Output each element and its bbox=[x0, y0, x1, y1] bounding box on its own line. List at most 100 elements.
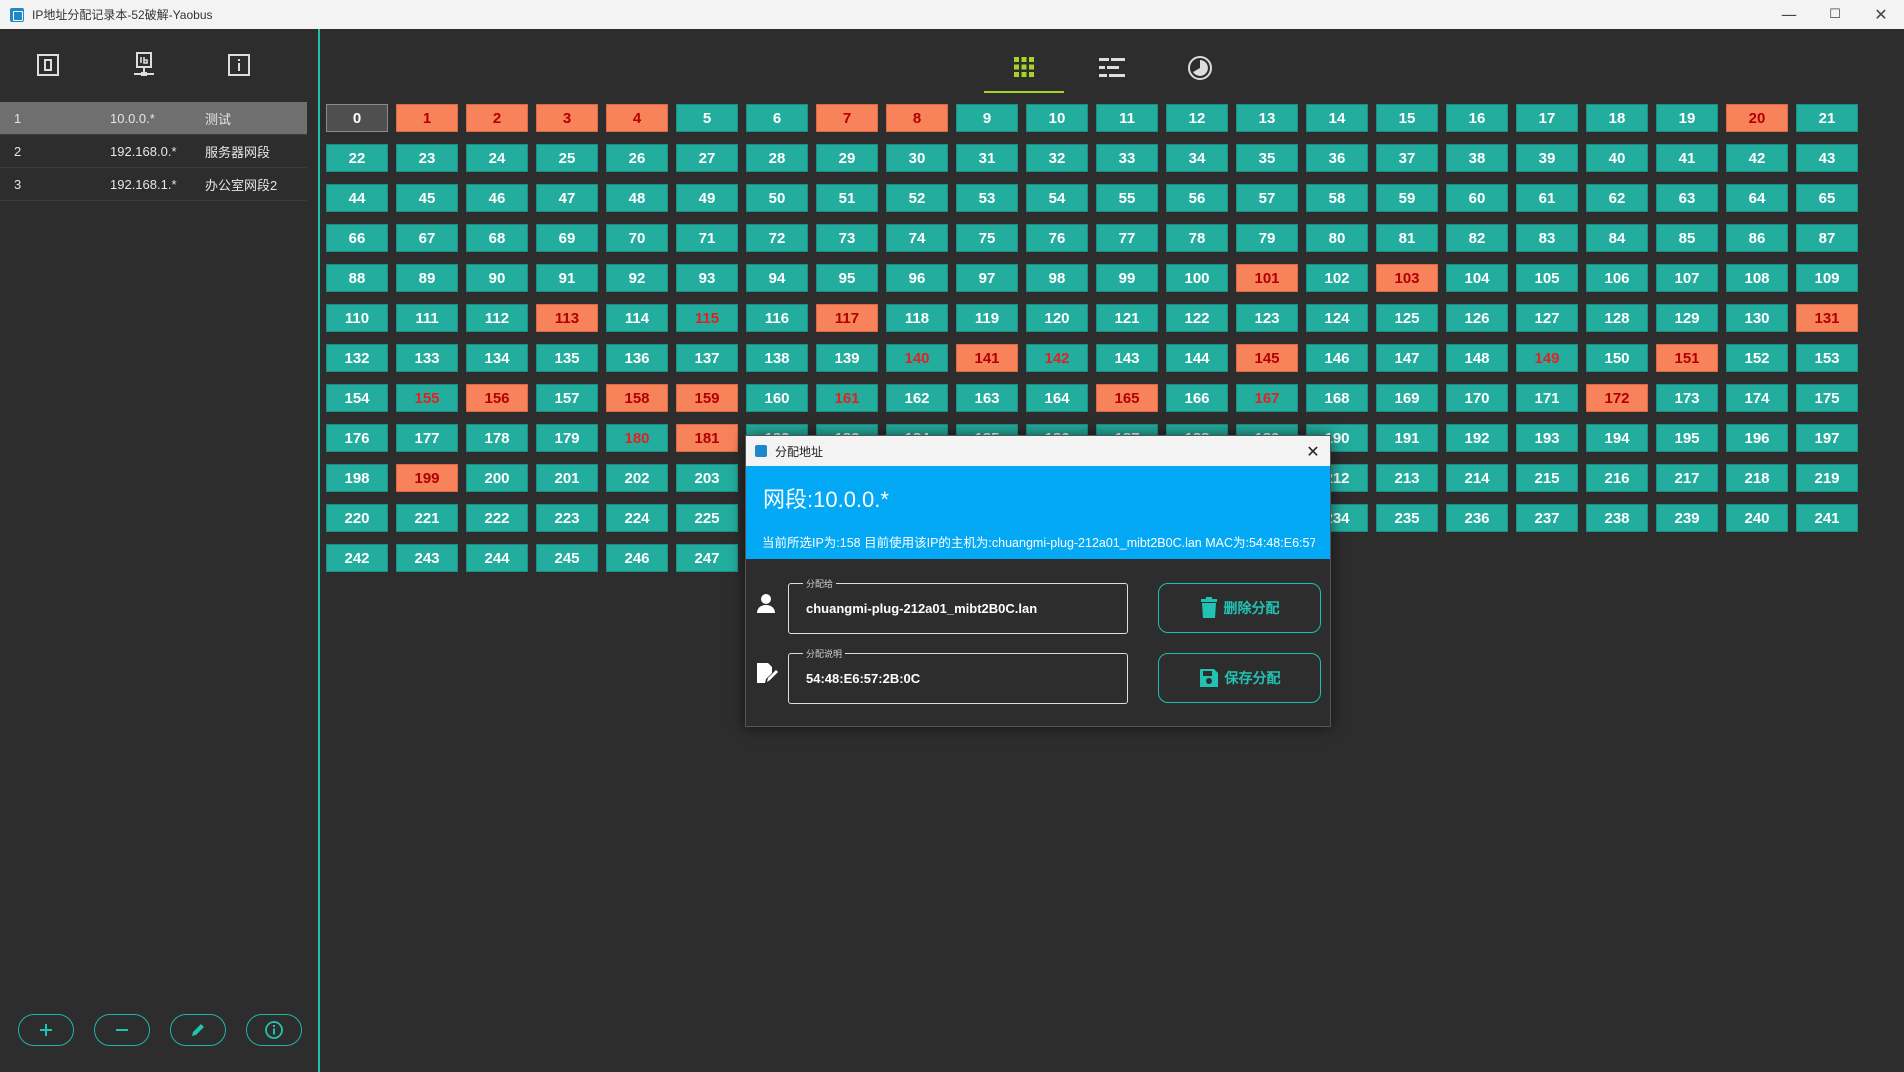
ip-cell-217[interactable]: 217 bbox=[1656, 464, 1718, 492]
ip-cell-67[interactable]: 67 bbox=[396, 224, 458, 252]
ip-cell-48[interactable]: 48 bbox=[606, 184, 668, 212]
ip-cell-213[interactable]: 213 bbox=[1376, 464, 1438, 492]
ip-cell-45[interactable]: 45 bbox=[396, 184, 458, 212]
ip-cell-49[interactable]: 49 bbox=[676, 184, 738, 212]
ip-cell-142[interactable]: 142 bbox=[1026, 344, 1088, 372]
ip-cell-68[interactable]: 68 bbox=[466, 224, 528, 252]
ip-cell-81[interactable]: 81 bbox=[1376, 224, 1438, 252]
ip-cell-71[interactable]: 71 bbox=[676, 224, 738, 252]
ip-cell-131[interactable]: 131 bbox=[1796, 304, 1858, 332]
ip-cell-127[interactable]: 127 bbox=[1516, 304, 1578, 332]
ip-cell-247[interactable]: 247 bbox=[676, 544, 738, 572]
ip-cell-57[interactable]: 57 bbox=[1236, 184, 1298, 212]
ip-cell-136[interactable]: 136 bbox=[606, 344, 668, 372]
ip-cell-44[interactable]: 44 bbox=[326, 184, 388, 212]
ip-cell-118[interactable]: 118 bbox=[886, 304, 948, 332]
ip-cell-17[interactable]: 17 bbox=[1516, 104, 1578, 132]
ip-cell-46[interactable]: 46 bbox=[466, 184, 528, 212]
ip-cell-77[interactable]: 77 bbox=[1096, 224, 1158, 252]
ip-cell-237[interactable]: 237 bbox=[1516, 504, 1578, 532]
ip-cell-10[interactable]: 10 bbox=[1026, 104, 1088, 132]
ip-cell-0[interactable]: 0 bbox=[326, 104, 388, 132]
ip-cell-64[interactable]: 64 bbox=[1726, 184, 1788, 212]
ip-cell-125[interactable]: 125 bbox=[1376, 304, 1438, 332]
ip-cell-61[interactable]: 61 bbox=[1516, 184, 1578, 212]
ip-cell-218[interactable]: 218 bbox=[1726, 464, 1788, 492]
ip-cell-126[interactable]: 126 bbox=[1446, 304, 1508, 332]
segment-row[interactable]: 2 192.168.0.* 服务器网段 bbox=[0, 135, 307, 168]
ip-cell-111[interactable]: 111 bbox=[396, 304, 458, 332]
ip-cell-87[interactable]: 87 bbox=[1796, 224, 1858, 252]
ip-cell-29[interactable]: 29 bbox=[816, 144, 878, 172]
minimize-button[interactable]: — bbox=[1766, 0, 1812, 29]
ip-cell-93[interactable]: 93 bbox=[676, 264, 738, 292]
ip-cell-75[interactable]: 75 bbox=[956, 224, 1018, 252]
ip-cell-89[interactable]: 89 bbox=[396, 264, 458, 292]
ip-cell-97[interactable]: 97 bbox=[956, 264, 1018, 292]
ip-cell-50[interactable]: 50 bbox=[746, 184, 808, 212]
ip-cell-19[interactable]: 19 bbox=[1656, 104, 1718, 132]
ip-cell-192[interactable]: 192 bbox=[1446, 424, 1508, 452]
ip-cell-32[interactable]: 32 bbox=[1026, 144, 1088, 172]
ip-cell-159[interactable]: 159 bbox=[676, 384, 738, 412]
ip-cell-193[interactable]: 193 bbox=[1516, 424, 1578, 452]
ip-cell-169[interactable]: 169 bbox=[1376, 384, 1438, 412]
ip-cell-175[interactable]: 175 bbox=[1796, 384, 1858, 412]
ip-cell-40[interactable]: 40 bbox=[1586, 144, 1648, 172]
ip-cell-52[interactable]: 52 bbox=[886, 184, 948, 212]
ip-cell-73[interactable]: 73 bbox=[816, 224, 878, 252]
ip-cell-103[interactable]: 103 bbox=[1376, 264, 1438, 292]
ip-cell-121[interactable]: 121 bbox=[1096, 304, 1158, 332]
ip-cell-130[interactable]: 130 bbox=[1726, 304, 1788, 332]
ip-cell-55[interactable]: 55 bbox=[1096, 184, 1158, 212]
ip-cell-4[interactable]: 4 bbox=[606, 104, 668, 132]
ip-cell-241[interactable]: 241 bbox=[1796, 504, 1858, 532]
ip-cell-101[interactable]: 101 bbox=[1236, 264, 1298, 292]
ip-cell-177[interactable]: 177 bbox=[396, 424, 458, 452]
ip-cell-16[interactable]: 16 bbox=[1446, 104, 1508, 132]
ip-cell-174[interactable]: 174 bbox=[1726, 384, 1788, 412]
ip-cell-154[interactable]: 154 bbox=[326, 384, 388, 412]
ip-cell-39[interactable]: 39 bbox=[1516, 144, 1578, 172]
ip-cell-181[interactable]: 181 bbox=[676, 424, 738, 452]
ip-cell-76[interactable]: 76 bbox=[1026, 224, 1088, 252]
ip-cell-176[interactable]: 176 bbox=[326, 424, 388, 452]
segment-row[interactable]: 3 192.168.1.* 办公室网段2 bbox=[0, 168, 307, 201]
ip-cell-222[interactable]: 222 bbox=[466, 504, 528, 532]
ip-cell-166[interactable]: 166 bbox=[1166, 384, 1228, 412]
ip-cell-151[interactable]: 151 bbox=[1656, 344, 1718, 372]
ip-cell-164[interactable]: 164 bbox=[1026, 384, 1088, 412]
ip-cell-26[interactable]: 26 bbox=[606, 144, 668, 172]
ip-cell-171[interactable]: 171 bbox=[1516, 384, 1578, 412]
ip-cell-6[interactable]: 6 bbox=[746, 104, 808, 132]
ip-cell-95[interactable]: 95 bbox=[816, 264, 878, 292]
ip-cell-72[interactable]: 72 bbox=[746, 224, 808, 252]
ip-cell-128[interactable]: 128 bbox=[1586, 304, 1648, 332]
ip-cell-36[interactable]: 36 bbox=[1306, 144, 1368, 172]
close-button[interactable]: ✕ bbox=[1858, 0, 1904, 29]
zero-tool-button[interactable] bbox=[31, 48, 65, 82]
ip-cell-129[interactable]: 129 bbox=[1656, 304, 1718, 332]
ip-cell-82[interactable]: 82 bbox=[1446, 224, 1508, 252]
ip-cell-133[interactable]: 133 bbox=[396, 344, 458, 372]
maximize-button[interactable]: ☐ bbox=[1812, 0, 1858, 29]
ip-cell-245[interactable]: 245 bbox=[536, 544, 598, 572]
ip-cell-65[interactable]: 65 bbox=[1796, 184, 1858, 212]
segment-row[interactable]: 1 10.0.0.* 测试 bbox=[0, 102, 307, 135]
ip-cell-28[interactable]: 28 bbox=[746, 144, 808, 172]
ip-cell-179[interactable]: 179 bbox=[536, 424, 598, 452]
ip-cell-12[interactable]: 12 bbox=[1166, 104, 1228, 132]
ip-cell-240[interactable]: 240 bbox=[1726, 504, 1788, 532]
ip-cell-134[interactable]: 134 bbox=[466, 344, 528, 372]
ip-cell-242[interactable]: 242 bbox=[326, 544, 388, 572]
ip-cell-197[interactable]: 197 bbox=[1796, 424, 1858, 452]
ip-cell-33[interactable]: 33 bbox=[1096, 144, 1158, 172]
ip-cell-91[interactable]: 91 bbox=[536, 264, 598, 292]
ip-cell-8[interactable]: 8 bbox=[886, 104, 948, 132]
ip-cell-7[interactable]: 7 bbox=[816, 104, 878, 132]
ip-cell-123[interactable]: 123 bbox=[1236, 304, 1298, 332]
ip-cell-58[interactable]: 58 bbox=[1306, 184, 1368, 212]
ip-cell-98[interactable]: 98 bbox=[1026, 264, 1088, 292]
ip-cell-59[interactable]: 59 bbox=[1376, 184, 1438, 212]
ip-cell-60[interactable]: 60 bbox=[1446, 184, 1508, 212]
